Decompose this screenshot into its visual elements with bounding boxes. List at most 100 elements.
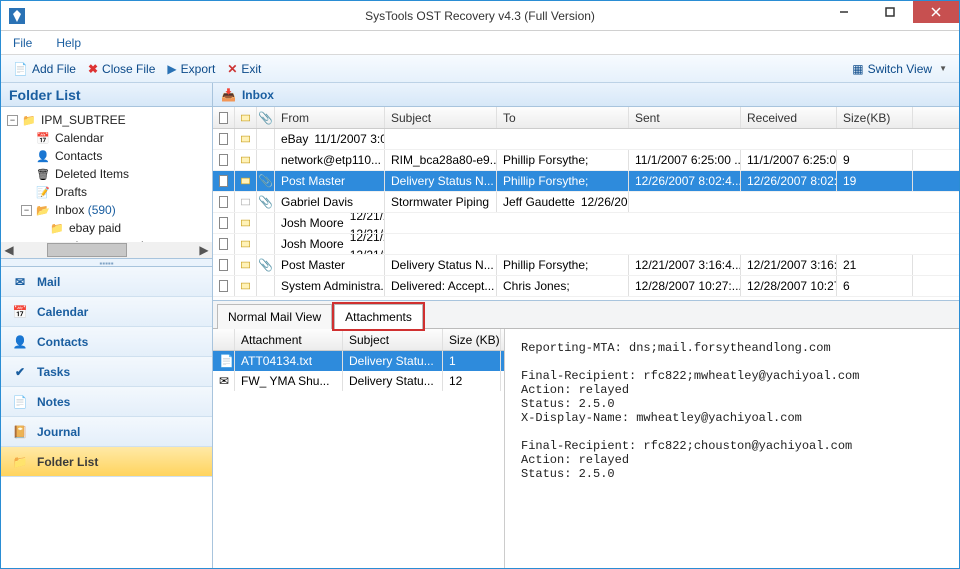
inbox-icon: 📥 xyxy=(221,88,236,102)
tree-label: ebay paid xyxy=(69,221,121,235)
col-from[interactable]: From xyxy=(275,107,385,128)
nav-label: Notes xyxy=(37,395,70,409)
close-file-label: Close File xyxy=(102,62,155,76)
nav-contacts[interactable]: 👤Contacts xyxy=(1,327,212,357)
collapse-icon[interactable]: − xyxy=(21,205,32,216)
tasks-icon: ✔ xyxy=(11,363,29,381)
checkbox[interactable] xyxy=(219,196,228,208)
col-received[interactable]: Received xyxy=(741,107,837,128)
checkbox[interactable] xyxy=(219,259,228,271)
nav-label: Calendar xyxy=(37,305,88,319)
close-file-button[interactable]: ✖ Close File xyxy=(82,60,161,78)
col-attachment-name[interactable]: Attachment xyxy=(235,329,343,350)
checkbox[interactable] xyxy=(219,112,228,124)
envelope-icon xyxy=(235,192,257,212)
nav-mail[interactable]: ✉Mail xyxy=(1,267,212,297)
folder-tree[interactable]: − 📁 IPM_SUBTREE 📅Calendar 👤Contacts 🗑Del… xyxy=(1,107,212,259)
cell-attachment-subject: Delivery Statu... xyxy=(343,371,443,391)
checkbox[interactable] xyxy=(219,133,228,145)
col-to[interactable]: To xyxy=(497,107,629,128)
tree-drafts[interactable]: 📝Drafts xyxy=(1,183,212,201)
nav-label: Tasks xyxy=(37,365,70,379)
checkbox[interactable] xyxy=(219,238,228,250)
col-subject[interactable]: Subject xyxy=(385,107,497,128)
message-row[interactable]: Josh Moore Read: YMA12/21/2007 3:52:3...… xyxy=(213,234,959,255)
maximize-button[interactable] xyxy=(867,1,913,23)
tree-hscrollbar[interactable]: ◀ ▶ xyxy=(1,242,212,258)
checkbox[interactable] xyxy=(219,154,228,166)
tree-deleted[interactable]: 🗑Deleted Items xyxy=(1,165,212,183)
inbox-header: 📥 Inbox xyxy=(213,83,959,107)
trash-icon: 🗑 xyxy=(35,166,51,182)
col-attachment-size[interactable]: Size (KB) xyxy=(443,329,501,350)
switch-view-button[interactable]: ▦ Switch View ▼ xyxy=(846,60,953,78)
cell-received: 11/1/2007 6:25:01 ... xyxy=(741,150,837,170)
nav-tasks[interactable]: ✔ Tasks xyxy=(1,357,212,387)
grid-header: 📎 From Subject To Sent Received Size(KB) xyxy=(213,107,959,129)
minimize-button[interactable] xyxy=(821,1,867,23)
envelope-icon xyxy=(235,255,257,275)
message-row[interactable]: 📎Post MasterDelivery Status N...Phillip … xyxy=(213,171,959,192)
nav-journal[interactable]: 📔Journal xyxy=(1,417,212,447)
scroll-left-icon[interactable]: ◀ xyxy=(1,243,17,257)
cell-from: Josh Moore Read: YMA12/21/2007 3:52:3...… xyxy=(275,234,385,254)
cell-to: Phillip Forsythe; xyxy=(497,150,629,170)
menu-help[interactable]: Help xyxy=(52,34,85,52)
scrollbar-thumb[interactable] xyxy=(47,243,127,257)
contacts-icon: 👤 xyxy=(11,333,29,351)
nav-calendar[interactable]: 📅Calendar xyxy=(1,297,212,327)
tab-normal-mail-view[interactable]: Normal Mail View xyxy=(217,304,332,329)
message-row[interactable]: network@etp110...RIM_bca28a80-e9...Phill… xyxy=(213,150,959,171)
col-size[interactable]: Size(KB) xyxy=(837,107,913,128)
message-row[interactable]: eBay New eBay matche...Phillip Forsythe;… xyxy=(213,129,959,150)
col-sent[interactable]: Sent xyxy=(629,107,741,128)
attachment-type-icon: ✉ xyxy=(213,371,235,391)
col-check[interactable] xyxy=(213,107,235,128)
tree-label: IPM_SUBTREE xyxy=(41,113,126,127)
splitter-gripper[interactable]: ▪▪▪▪▪ xyxy=(1,259,212,267)
checkbox[interactable] xyxy=(219,217,228,229)
checkbox[interactable] xyxy=(219,175,228,187)
attachment-preview[interactable]: Reporting-MTA: dns;mail.forsytheandlong.… xyxy=(505,329,959,568)
switch-view-icon: ▦ xyxy=(852,62,863,76)
tree-root[interactable]: − 📁 IPM_SUBTREE xyxy=(1,111,212,129)
add-file-button[interactable]: 📄 Add File xyxy=(7,60,82,78)
tree-label: Calendar xyxy=(55,131,104,145)
tree-inbox[interactable]: −📂Inbox (590) xyxy=(1,201,212,219)
exit-button[interactable]: ✕ Exit xyxy=(221,60,267,78)
grid-body[interactable]: eBay New eBay matche...Phillip Forsythe;… xyxy=(213,129,959,299)
cell-size: 21 xyxy=(837,255,913,275)
notes-icon: 📄 xyxy=(11,393,29,411)
tab-attachments[interactable]: Attachments xyxy=(334,304,423,329)
col-attachment[interactable]: 📎 xyxy=(257,107,275,128)
nav-notes[interactable]: 📄 Notes xyxy=(1,387,212,417)
cell-sent: 12/26/2007 8:02:4... xyxy=(629,171,741,191)
message-row[interactable]: 📎Gabriel DavisStormwater PipingJeff Gaud… xyxy=(213,192,959,213)
close-button[interactable] xyxy=(913,1,959,23)
envelope-icon xyxy=(235,213,257,233)
col-attachment-subject[interactable]: Subject xyxy=(343,329,443,350)
journal-icon: 📔 xyxy=(11,423,29,441)
attachment-type-icon: 📄 xyxy=(213,351,235,371)
message-row[interactable]: 📎Post MasterDelivery Status N...Phillip … xyxy=(213,255,959,276)
menu-file[interactable]: File xyxy=(9,34,36,52)
message-row[interactable]: Josh Moore Read: YMA12/21/2007 3:52:5...… xyxy=(213,213,959,234)
collapse-icon[interactable]: − xyxy=(7,115,18,126)
attachment-row[interactable]: ✉FW_ YMA Shu...Delivery Statu...12 xyxy=(213,371,504,391)
col-envelope[interactable] xyxy=(235,107,257,128)
tree-ebay-paid[interactable]: 📁ebay paid xyxy=(1,219,212,237)
col-icon[interactable] xyxy=(213,329,235,350)
attachment-row[interactable]: 📄ATT04134.txtDelivery Statu...1 xyxy=(213,351,504,371)
export-button[interactable]: ▶ Export xyxy=(161,60,221,78)
cell-to: Chris Jones; xyxy=(497,276,629,296)
cell-received: 12/21/2007 3:16:4... xyxy=(741,255,837,275)
checkbox[interactable] xyxy=(219,280,228,292)
nav-list: ✉Mail 📅Calendar 👤Contacts ✔Tasks 📄Notes … xyxy=(1,267,212,568)
tree-contacts[interactable]: 👤Contacts xyxy=(1,147,212,165)
scroll-right-icon[interactable]: ▶ xyxy=(196,243,212,257)
tree-calendar[interactable]: 📅Calendar xyxy=(1,129,212,147)
paperclip-icon: 📎 xyxy=(258,111,273,125)
tree-label: Drafts xyxy=(55,185,87,199)
message-row[interactable]: System Administra...Delivered: Accept...… xyxy=(213,276,959,297)
nav-folder-list[interactable]: 📁Folder List xyxy=(1,447,212,477)
